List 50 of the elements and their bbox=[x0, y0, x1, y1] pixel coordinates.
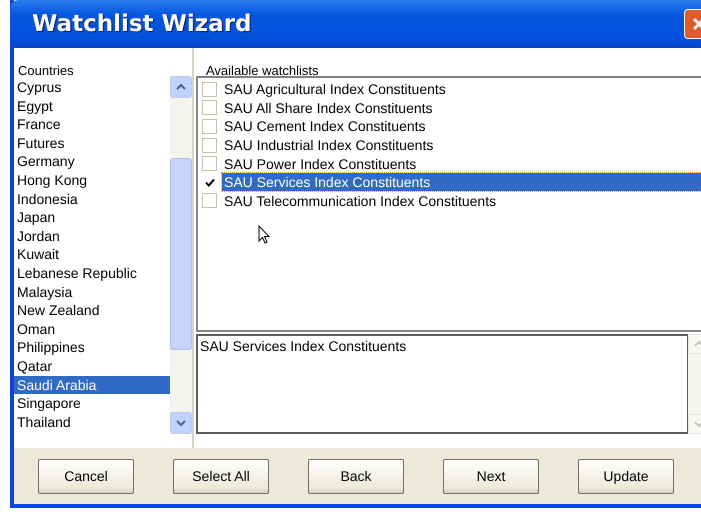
checkbox[interactable] bbox=[202, 193, 217, 208]
country-item[interactable]: Jordan bbox=[14, 226, 170, 246]
scroll-thumb[interactable] bbox=[170, 158, 192, 350]
scrollbar[interactable] bbox=[170, 76, 192, 434]
wizard-button[interactable]: Update bbox=[578, 458, 674, 494]
country-item[interactable]: Singapore bbox=[14, 394, 170, 413]
country-item[interactable]: New Zealand bbox=[14, 301, 170, 320]
wizard-button[interactable]: Select All bbox=[173, 458, 269, 494]
country-item[interactable]: France bbox=[14, 115, 170, 134]
country-item[interactable]: Saudi Arabia bbox=[14, 376, 170, 394]
country-item[interactable]: Japan bbox=[14, 208, 170, 227]
window-title: Watchlist Wizard bbox=[32, 11, 252, 37]
watchlist-item[interactable]: SAU Industrial Index Constituents bbox=[222, 136, 436, 154]
country-item[interactable]: Indonesia bbox=[14, 190, 170, 208]
description-field[interactable]: SAU Services Index Constituents bbox=[196, 334, 688, 434]
country-item[interactable]: Germany bbox=[14, 152, 170, 171]
country-item[interactable]: Qatar bbox=[14, 356, 170, 376]
wizard-button[interactable]: Back bbox=[308, 458, 404, 494]
watchlist-item[interactable]: SAU Services Index Constituents bbox=[222, 173, 701, 192]
watchlist-item[interactable]: SAU Telecommunication Index Constituents bbox=[222, 192, 498, 210]
watchlist-item[interactable]: SAU Agricultural Index Constituents bbox=[222, 80, 448, 98]
country-item[interactable]: Philippines bbox=[14, 338, 170, 357]
country-item[interactable]: Hong Kong bbox=[14, 170, 170, 190]
country-item[interactable]: Oman bbox=[14, 320, 170, 338]
watchlist-item[interactable]: SAU Power Index Constituents bbox=[222, 154, 418, 173]
caret-up-icon bbox=[176, 84, 186, 90]
checkbox[interactable] bbox=[202, 82, 217, 97]
country-item[interactable]: Kuwait bbox=[14, 245, 170, 264]
caret-up-icon bbox=[694, 341, 701, 347]
country-item[interactable]: Thailand bbox=[14, 412, 170, 432]
country-item[interactable]: Egypt bbox=[14, 96, 170, 116]
scroll-down-button[interactable] bbox=[170, 412, 192, 434]
country-item[interactable]: Cyprus bbox=[14, 78, 170, 97]
watchlist-item[interactable]: SAU Cement Index Constituents bbox=[222, 117, 428, 136]
checkbox[interactable] bbox=[202, 100, 217, 116]
scroll-up-button[interactable] bbox=[170, 76, 192, 98]
watchlist-item[interactable]: SAU All Share Index Constituents bbox=[222, 98, 435, 117]
country-item[interactable]: Futures bbox=[14, 134, 170, 152]
countries-label: Countries bbox=[17, 62, 75, 74]
country-item[interactable]: Malaysia bbox=[14, 282, 170, 302]
checkbox[interactable] bbox=[202, 156, 217, 172]
watchlists-label: Available watchlists bbox=[205, 62, 320, 74]
country-item[interactable]: Lebanese Republic bbox=[14, 264, 170, 283]
mouse-pointer-icon bbox=[258, 225, 270, 244]
caret-down-icon bbox=[694, 421, 701, 427]
wizard-button[interactable]: Next bbox=[443, 458, 539, 494]
checkbox[interactable] bbox=[202, 118, 217, 134]
checkbox[interactable] bbox=[202, 138, 217, 153]
caret-down-icon bbox=[176, 420, 186, 426]
wizard-button[interactable]: Cancel bbox=[38, 458, 134, 494]
